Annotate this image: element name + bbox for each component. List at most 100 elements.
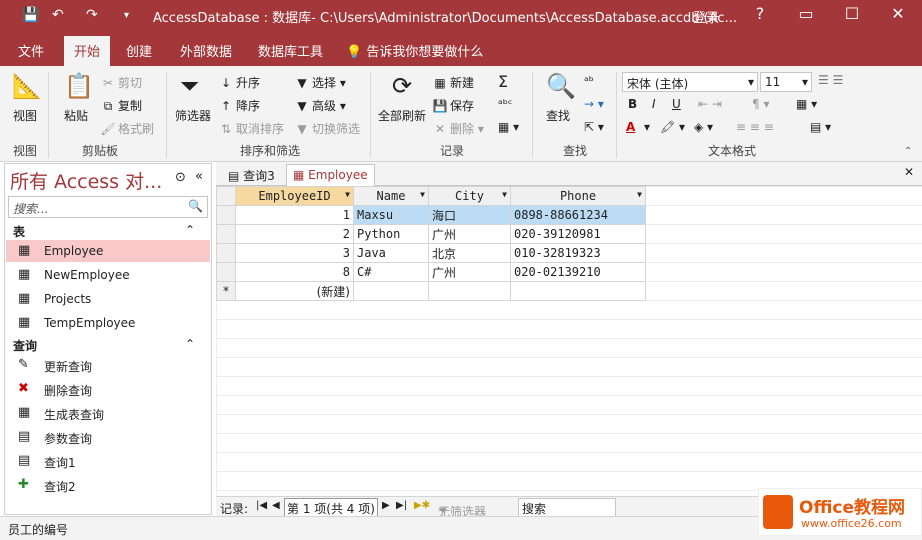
- cell-phone[interactable]: 010-32819323: [510, 243, 646, 263]
- tell-me-box[interactable]: 💡 告诉我你想要做什么: [346, 41, 483, 60]
- tab-query3[interactable]: ▤ 查询3: [222, 164, 281, 186]
- delete-record-button[interactable]: ✕ 删除 ▾: [432, 120, 484, 137]
- nav-item-make-table-query[interactable]: ▦ 生成表查询: [6, 402, 210, 424]
- gridlines-icon[interactable]: ▦ ▾: [796, 97, 817, 111]
- cell-phone[interactable]: 020-39120981: [510, 224, 646, 244]
- copy-button[interactable]: ⧉ 复制: [100, 97, 142, 114]
- table-row[interactable]: 8 C# 广州 020-02139210: [216, 262, 646, 282]
- tab-employee[interactable]: ▦ Employee: [286, 164, 375, 186]
- next-record-icon[interactable]: ▶: [382, 500, 390, 511]
- undo-icon[interactable]: ↶: [52, 7, 64, 23]
- column-header-name[interactable]: Name ▼: [353, 186, 429, 206]
- cell-employeeid[interactable]: 1: [235, 205, 354, 225]
- remove-sort-button[interactable]: ⇅ 取消排序: [218, 120, 284, 137]
- font-size-select[interactable]: 11 ▾: [760, 72, 812, 92]
- new-record-cell[interactable]: [353, 281, 429, 301]
- select-icon[interactable]: ⇱ ▾: [584, 120, 604, 134]
- paragraph-icon[interactable]: ¶ ▾: [752, 97, 769, 111]
- underline-button[interactable]: U: [672, 97, 681, 111]
- cell-name[interactable]: Maxsu: [353, 205, 429, 225]
- previous-record-icon[interactable]: ◀: [272, 500, 280, 511]
- cell-phone[interactable]: 020-02139210: [510, 262, 646, 282]
- tab-file[interactable]: 文件: [18, 41, 44, 60]
- nav-item-tempemployee[interactable]: ▦ TempEmployee: [6, 312, 210, 334]
- restore-button[interactable]: ☐: [832, 4, 872, 23]
- bold-button[interactable]: B: [628, 97, 637, 111]
- spelling-icon[interactable]: ᵃᵇᶜ: [498, 97, 512, 111]
- chevron-down-icon[interactable]: ▼: [637, 190, 642, 199]
- nav-item-query2[interactable]: ✚ 查询2: [6, 474, 210, 496]
- table-row[interactable]: 1 Maxsu 海口 0898-88661234: [216, 205, 646, 225]
- tab-database-tools[interactable]: 数据库工具: [258, 41, 323, 60]
- chevron-down-icon[interactable]: ▼: [345, 190, 350, 199]
- nav-item-delete-query[interactable]: ✖ 删除查询: [6, 378, 210, 400]
- toggle-filter-button[interactable]: ▼ 切换筛选: [294, 120, 360, 137]
- cell-city[interactable]: 广州: [428, 262, 511, 282]
- new-record-cell[interactable]: [428, 281, 511, 301]
- selection-button[interactable]: ▼ 选择 ▾: [294, 74, 345, 91]
- row-selector[interactable]: [216, 262, 236, 282]
- nav-item-newemployee[interactable]: ▦ NewEmployee: [6, 264, 210, 286]
- indent-icon[interactable]: ⇤ ⇥: [698, 97, 722, 111]
- font-color-button[interactable]: A: [626, 120, 635, 134]
- view-icon[interactable]: 📐: [12, 72, 42, 100]
- find-button[interactable]: 查找: [546, 107, 570, 124]
- find-icon[interactable]: 🔍: [546, 72, 576, 100]
- italic-button[interactable]: I: [652, 97, 656, 111]
- cell-name[interactable]: Java: [353, 243, 429, 263]
- view-button[interactable]: 视图: [13, 107, 37, 124]
- cell-employeeid[interactable]: 2: [235, 224, 354, 244]
- cell-name[interactable]: C#: [353, 262, 429, 282]
- totals-icon[interactable]: Σ: [498, 72, 508, 91]
- refresh-icon[interactable]: ⟳: [392, 72, 412, 100]
- new-record-cell[interactable]: [510, 281, 646, 301]
- table-row[interactable]: 2 Python 广州 020-39120981: [216, 224, 646, 244]
- nav-pane-title[interactable]: 所有 Access 对...: [10, 167, 162, 194]
- cell-city[interactable]: 广州: [428, 224, 511, 244]
- nav-item-projects[interactable]: ▦ Projects: [6, 288, 210, 310]
- fill-color-icon[interactable]: ◈ ▾: [694, 120, 713, 134]
- nav-item-query1[interactable]: ▤ 查询1: [6, 450, 210, 472]
- sort-asc-button[interactable]: ↓ 升序: [218, 74, 260, 91]
- cell-employeeid[interactable]: 8: [235, 262, 354, 282]
- refresh-all-button[interactable]: 全部刷新: [378, 107, 426, 124]
- tables-section-header[interactable]: 表 ⌃: [13, 223, 203, 240]
- filter-icon[interactable]: ⏷: [180, 72, 199, 100]
- search-icon[interactable]: 🔍: [188, 199, 203, 213]
- paste-icon[interactable]: 📋: [64, 72, 94, 100]
- customize-quick-access-icon[interactable]: ▾: [124, 10, 129, 21]
- cell-city[interactable]: 海口: [428, 205, 511, 225]
- close-button[interactable]: ✕: [878, 4, 918, 23]
- new-record-nav-icon[interactable]: ▶✱: [414, 500, 430, 511]
- column-header-employeeid[interactable]: EmployeeID ▼: [235, 186, 354, 206]
- chevron-down-icon[interactable]: ▼: [502, 190, 507, 199]
- queries-section-header[interactable]: 查询 ⌃: [13, 337, 203, 354]
- nav-item-parameter-query[interactable]: ▤ 参数查询: [6, 426, 210, 448]
- new-record-cell[interactable]: (新建): [235, 281, 354, 301]
- save-icon[interactable]: 💾: [22, 7, 39, 23]
- cell-employeeid[interactable]: 3: [235, 243, 354, 263]
- help-button[interactable]: ?: [740, 4, 780, 23]
- row-selector[interactable]: [216, 224, 236, 244]
- select-all-cell[interactable]: [216, 186, 236, 206]
- cell-city[interactable]: 北京: [428, 243, 511, 263]
- cut-button[interactable]: ✂ 剪切: [100, 74, 142, 91]
- row-selector[interactable]: [216, 243, 236, 263]
- replace-icon[interactable]: ᵃᵇ: [584, 74, 594, 88]
- shutter-bar-icon[interactable]: «: [195, 169, 203, 184]
- nav-search-input[interactable]: 搜索... 🔍: [8, 196, 208, 218]
- column-header-phone[interactable]: Phone ▼: [510, 186, 646, 206]
- sort-desc-button[interactable]: ↑ 降序: [218, 97, 260, 114]
- alt-row-color-icon[interactable]: ▤ ▾: [810, 120, 831, 134]
- redo-icon[interactable]: ↷: [86, 7, 98, 23]
- nav-item-employee[interactable]: ▦ Employee: [6, 240, 210, 262]
- table-row[interactable]: 3 Java 北京 010-32819323: [216, 243, 646, 263]
- tab-create[interactable]: 创建: [126, 41, 152, 60]
- cell-phone[interactable]: 0898-88661234: [510, 205, 646, 225]
- advanced-button[interactable]: ▼ 高级 ▾: [294, 97, 345, 114]
- new-record-button[interactable]: ▦ 新建: [432, 74, 474, 91]
- nav-item-update-query[interactable]: ✎ 更新查询: [6, 354, 210, 376]
- cell-name[interactable]: Python: [353, 224, 429, 244]
- nav-menu-icon[interactable]: ⊙: [175, 170, 186, 185]
- font-color-dropdown-icon[interactable]: ▾: [644, 120, 650, 134]
